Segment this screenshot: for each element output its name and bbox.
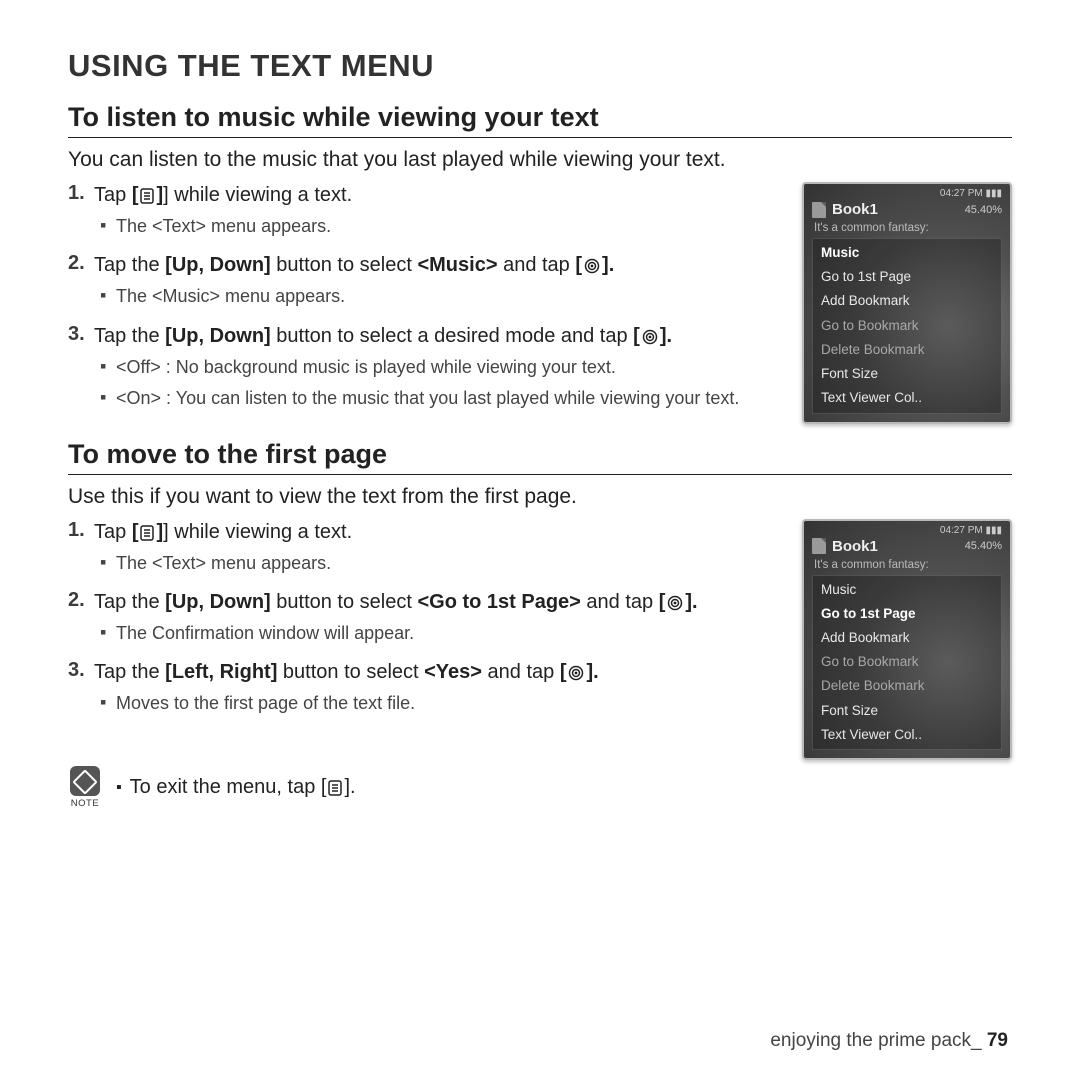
step-text: Tap <box>94 184 132 206</box>
section1-intro: You can listen to the music that you las… <box>68 148 1012 172</box>
step-sub: ▪<On> : You can listen to the music that… <box>100 387 784 410</box>
page-title: USING THE TEXT MENU <box>68 48 1012 84</box>
device-menu-item: Text Viewer Col.. <box>813 386 1001 410</box>
device-menu-item: Add Bookmark <box>813 626 1001 650</box>
page-number: 79 <box>987 1030 1008 1051</box>
note-caption: NOTE <box>68 798 102 809</box>
document-icon <box>812 202 826 218</box>
device-menu-item: Delete Bookmark <box>813 674 1001 698</box>
footer-section: enjoying the prime pack_ <box>770 1030 987 1051</box>
document-icon <box>812 538 826 554</box>
device-title: Book1 <box>832 538 878 555</box>
list-item: 2. Tap the [Up, Down] button to select <… <box>68 252 784 316</box>
device-percent: 45.40% <box>965 204 1002 216</box>
device-subtitle: It's a common fantasy: <box>808 559 1006 575</box>
section1-text: 1. Tap []] while viewing a text. ▪The <T… <box>68 182 784 425</box>
target-icon <box>568 665 584 681</box>
note-text: To exit the menu, tap [ <box>130 776 327 798</box>
list-item: 1. Tap []] while viewing a text. ▪The <T… <box>68 519 784 583</box>
step-text: [ <box>132 184 139 206</box>
device-title: Book1 <box>832 201 878 218</box>
device-menu: Music Go to 1st Page Add Bookmark Go to … <box>812 575 1002 751</box>
device-menu-item: Music <box>813 578 1001 602</box>
list-item: 1. Tap []] while viewing a text. ▪The <T… <box>68 182 784 246</box>
device-menu-item: Go to 1st Page <box>813 602 1001 626</box>
step-number: 3. <box>68 659 94 723</box>
device-screenshot: 04:27 PM ▮▮▮ Book1 45.40% It's a common … <box>802 519 1012 761</box>
device-menu-item: Go to Bookmark <box>813 650 1001 674</box>
device-menu: Music Go to 1st Page Add Bookmark Go to … <box>812 238 1002 414</box>
step-number: 3. <box>68 323 94 419</box>
step-number: 1. <box>68 519 94 583</box>
device-menu-item: Font Size <box>813 699 1001 723</box>
device-time: 04:27 PM <box>940 525 983 536</box>
battery-icon: ▮▮▮ <box>985 525 1002 536</box>
note-row: NOTE ▪ To exit the menu, tap []. <box>68 766 1012 809</box>
list-item: 2. Tap the [Up, Down] button to select <… <box>68 589 784 653</box>
step-number: 2. <box>68 252 94 316</box>
menu-icon <box>140 525 154 541</box>
step-text: ] while viewing a text. <box>163 184 352 206</box>
step-number: 1. <box>68 182 94 246</box>
device-menu-item: Music <box>813 241 1001 265</box>
list-item: 3. Tap the [Left, Right] button to selec… <box>68 659 784 723</box>
menu-icon <box>328 780 342 796</box>
device-menu-item: Go to 1st Page <box>813 265 1001 289</box>
target-icon <box>667 595 683 611</box>
device-time: 04:27 PM <box>940 188 983 199</box>
section1-heading: To listen to music while viewing your te… <box>68 102 1012 138</box>
step-text: Tap the <box>94 254 165 276</box>
device-subtitle: It's a common fantasy: <box>808 222 1006 238</box>
device-menu-item: Add Bookmark <box>813 289 1001 313</box>
device-menu-item: Delete Bookmark <box>813 338 1001 362</box>
step-sub: ▪<Off> : No background music is played w… <box>100 356 784 379</box>
note-icon: NOTE <box>68 766 102 809</box>
step-number: 2. <box>68 589 94 653</box>
target-icon <box>584 258 600 274</box>
section2-heading: To move to the first page <box>68 439 1012 475</box>
device-percent: 45.40% <box>965 540 1002 552</box>
target-icon <box>642 329 658 345</box>
step-sub: ▪The <Music> menu appears. <box>100 285 784 308</box>
device-menu-item: Font Size <box>813 362 1001 386</box>
manual-page: USING THE TEXT MENU To listen to music w… <box>0 0 1080 1080</box>
device-screenshot: 04:27 PM ▮▮▮ Book1 45.40% It's a common … <box>802 182 1012 424</box>
page-footer: enjoying the prime pack_ 79 <box>770 1030 1008 1052</box>
section2-intro: Use this if you want to view the text fr… <box>68 485 1012 509</box>
battery-icon: ▮▮▮ <box>985 188 1002 199</box>
menu-icon <box>140 188 154 204</box>
section1-row: 1. Tap []] while viewing a text. ▪The <T… <box>68 182 1012 425</box>
step-sub: ▪The <Text> menu appears. <box>100 215 784 238</box>
device-menu-item: Go to Bookmark <box>813 314 1001 338</box>
list-item: 3. Tap the [Up, Down] button to select a… <box>68 323 784 419</box>
section2-row: 1. Tap []] while viewing a text. ▪The <T… <box>68 519 1012 761</box>
device-menu-item: Text Viewer Col.. <box>813 723 1001 747</box>
section2-text: 1. Tap []] while viewing a text. ▪The <T… <box>68 519 784 730</box>
note-text: ]. <box>344 776 355 798</box>
